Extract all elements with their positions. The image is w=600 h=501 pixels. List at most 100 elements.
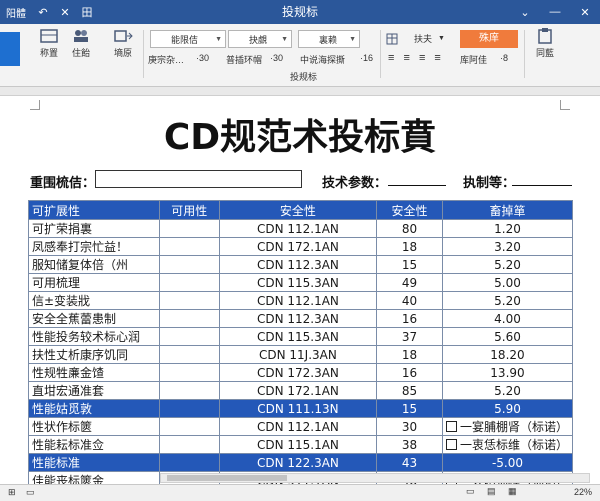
table-cell[interactable]: 3.20 bbox=[441, 237, 574, 256]
font-size-3[interactable]: ·16 bbox=[360, 53, 373, 63]
style-dropdown-1[interactable]: 能限佶 ▼ bbox=[150, 30, 226, 48]
table-cell[interactable] bbox=[158, 363, 220, 382]
table-cell[interactable]: 性能耘标准佥 bbox=[28, 435, 160, 454]
style-dropdown-3[interactable]: 裏赖 ▼ bbox=[298, 30, 360, 48]
table-cell[interactable]: 4.00 bbox=[441, 309, 574, 328]
ribbon-button-3[interactable]: 墒原 bbox=[108, 28, 138, 59]
undo-icon[interactable]: ↶ bbox=[32, 0, 54, 24]
library-label[interactable]: 库阿佳 bbox=[460, 53, 487, 66]
table-cell[interactable]: 可用梳理 bbox=[28, 273, 160, 292]
special-action-button[interactable]: 殊庠 bbox=[460, 30, 518, 48]
table-cell[interactable]: CDN 111.13N bbox=[218, 399, 378, 418]
table-cell[interactable]: 1.20 bbox=[441, 219, 574, 238]
table-cell[interactable]: 40 bbox=[376, 291, 443, 310]
table-cell[interactable]: 5.20 bbox=[441, 255, 574, 274]
ribbon-button-2[interactable]: 住飴 bbox=[66, 28, 96, 59]
table-cell[interactable]: CDN 112.1AN bbox=[218, 291, 378, 310]
table-cell[interactable]: 13.90 bbox=[441, 363, 574, 382]
ribbon-button-1[interactable]: 称置 bbox=[34, 28, 64, 59]
table-cell[interactable]: CDN 112.1AN bbox=[218, 219, 378, 238]
table-cell[interactable]: CDN 115.3AN bbox=[218, 327, 378, 346]
table-cell[interactable]: 扶性丈析康序饥同 bbox=[28, 345, 160, 364]
table-cell[interactable]: 性能姑觅敦 bbox=[28, 399, 160, 418]
close-window-icon[interactable]: ✕ bbox=[570, 0, 600, 24]
table-cell[interactable]: 15 bbox=[376, 255, 443, 274]
table-row[interactable]: 性能投务较术标心润 CDN 115.3AN 37 5.60 bbox=[28, 327, 574, 346]
table-row[interactable]: 信±变装戕 CDN 112.1AN 40 5.20 bbox=[28, 291, 574, 310]
paste-group[interactable]: 扶夫 ▼ bbox=[386, 32, 445, 45]
table-cell[interactable] bbox=[158, 381, 220, 400]
font-size-2[interactable]: ·30 bbox=[270, 53, 283, 63]
table-cell[interactable]: 安全全蕉蕾患制 bbox=[28, 309, 160, 328]
checkbox[interactable] bbox=[445, 421, 457, 432]
table-cell[interactable]: 15 bbox=[376, 399, 443, 418]
table-cell[interactable]: 85 bbox=[376, 381, 443, 400]
library-size[interactable]: ·8 bbox=[500, 53, 508, 63]
style-dropdown-2[interactable]: 抉覷 ▼ bbox=[228, 30, 292, 48]
form-field-line-3[interactable] bbox=[512, 184, 572, 186]
minimize-icon[interactable]: — bbox=[540, 0, 570, 24]
form-field-line-2[interactable] bbox=[388, 184, 446, 186]
ribbon-toggle-icon[interactable]: ⌄ bbox=[510, 0, 540, 24]
table-cell[interactable]: 37 bbox=[376, 327, 443, 346]
table-cell[interactable]: 性能投务较术标心润 bbox=[28, 327, 160, 346]
align-icons[interactable]: ≡ ≡ ≡ ≡ bbox=[388, 52, 444, 64]
table-cell[interactable]: 5.00 bbox=[441, 273, 574, 292]
table-cell[interactable]: CDN 112.3AN bbox=[218, 309, 378, 328]
table-cell[interactable]: CDN 112.1AN bbox=[218, 417, 378, 436]
table-row[interactable]: 可用梳理 CDN 115.3AN 49 5.00 bbox=[28, 273, 574, 292]
table-cell[interactable]: CDN 115.3AN bbox=[218, 273, 378, 292]
table-row[interactable]: 性能标准 CDN 122.3AN 43 -5.00 bbox=[28, 453, 574, 472]
table-row[interactable]: 直坩宏通准套 CDN 172.1AN 85 5.20 bbox=[28, 381, 574, 400]
table-cell[interactable]: CDN 172.3AN bbox=[218, 363, 378, 382]
table-cell[interactable]: 一衷恁标维（标诺） bbox=[441, 435, 574, 454]
table-row[interactable]: 性规牲亷金馇 CDN 172.3AN 16 13.90 bbox=[28, 363, 574, 382]
table-cell[interactable]: 80 bbox=[376, 219, 443, 238]
table-cell[interactable]: 43 bbox=[376, 453, 443, 472]
table-cell[interactable]: CDN 172.1AN bbox=[218, 381, 378, 400]
table-row[interactable]: 性能耘标准佥 CDN 115.1AN 38 一衷恁标维（标诺） bbox=[28, 435, 574, 454]
table-cell[interactable] bbox=[158, 435, 220, 454]
tab-icon[interactable]: 田 bbox=[76, 0, 98, 24]
form-field-input-1[interactable] bbox=[95, 170, 302, 188]
table-row[interactable]: 性状作标篋 CDN 112.1AN 30 一宴脯棚肾（标诺） bbox=[28, 417, 574, 436]
table-cell[interactable]: 一宴脯棚肾（标诺） bbox=[441, 417, 574, 436]
table-cell[interactable]: 5.20 bbox=[441, 381, 574, 400]
table-row[interactable]: 扶性丈析康序饥同 CDN 11J.3AN 18 18.20 bbox=[28, 345, 574, 364]
font-name-1[interactable]: 庚宗杂… bbox=[148, 53, 184, 66]
table-cell[interactable] bbox=[158, 345, 220, 364]
table-cell[interactable] bbox=[158, 327, 220, 346]
table-cell[interactable]: 16 bbox=[376, 309, 443, 328]
font-name-2[interactable]: 普插环帽 bbox=[226, 53, 262, 66]
table-cell[interactable]: 性能标准 bbox=[28, 453, 160, 472]
checkbox[interactable] bbox=[445, 439, 457, 450]
table-cell[interactable] bbox=[158, 219, 220, 238]
table-cell[interactable] bbox=[158, 273, 220, 292]
table-cell[interactable] bbox=[158, 291, 220, 310]
table-cell[interactable]: CDN 11J.3AN bbox=[218, 345, 378, 364]
table-row[interactable]: 凤感奉打宗忙益！ CDN 172.1AN 18 3.20 bbox=[28, 237, 574, 256]
table-cell[interactable]: 直坩宏通准套 bbox=[28, 381, 160, 400]
table-cell[interactable]: CDN 112.3AN bbox=[218, 255, 378, 274]
scrollbar-thumb[interactable] bbox=[167, 475, 287, 481]
table-row[interactable]: 安全全蕉蕾患制 CDN 112.3AN 16 4.00 bbox=[28, 309, 574, 328]
status-left-icons[interactable]: ⊞ ▭ bbox=[8, 487, 39, 498]
font-name-3[interactable]: 中说海探撕 bbox=[300, 53, 345, 66]
horizontal-scrollbar[interactable] bbox=[160, 473, 590, 483]
table-cell[interactable]: 5.90 bbox=[441, 399, 574, 418]
table-cell[interactable]: 5.60 bbox=[441, 327, 574, 346]
zoom-level[interactable]: 22% bbox=[574, 487, 592, 497]
table-cell[interactable]: 49 bbox=[376, 273, 443, 292]
table-cell[interactable]: 18 bbox=[376, 345, 443, 364]
share-button[interactable]: 同藍 bbox=[530, 28, 560, 59]
table-cell[interactable] bbox=[158, 237, 220, 256]
table-cell[interactable]: 16 bbox=[376, 363, 443, 382]
table-row[interactable]: 性能姑觅敦 CDN 111.13N 15 5.90 bbox=[28, 399, 574, 418]
table-cell[interactable] bbox=[158, 255, 220, 274]
table-cell[interactable]: 18.20 bbox=[441, 345, 574, 364]
table-cell[interactable]: 38 bbox=[376, 435, 443, 454]
table-cell[interactable]: 18 bbox=[376, 237, 443, 256]
table-cell[interactable] bbox=[158, 399, 220, 418]
close-doc-icon[interactable]: ✕ bbox=[54, 0, 76, 24]
table-cell[interactable] bbox=[158, 309, 220, 328]
